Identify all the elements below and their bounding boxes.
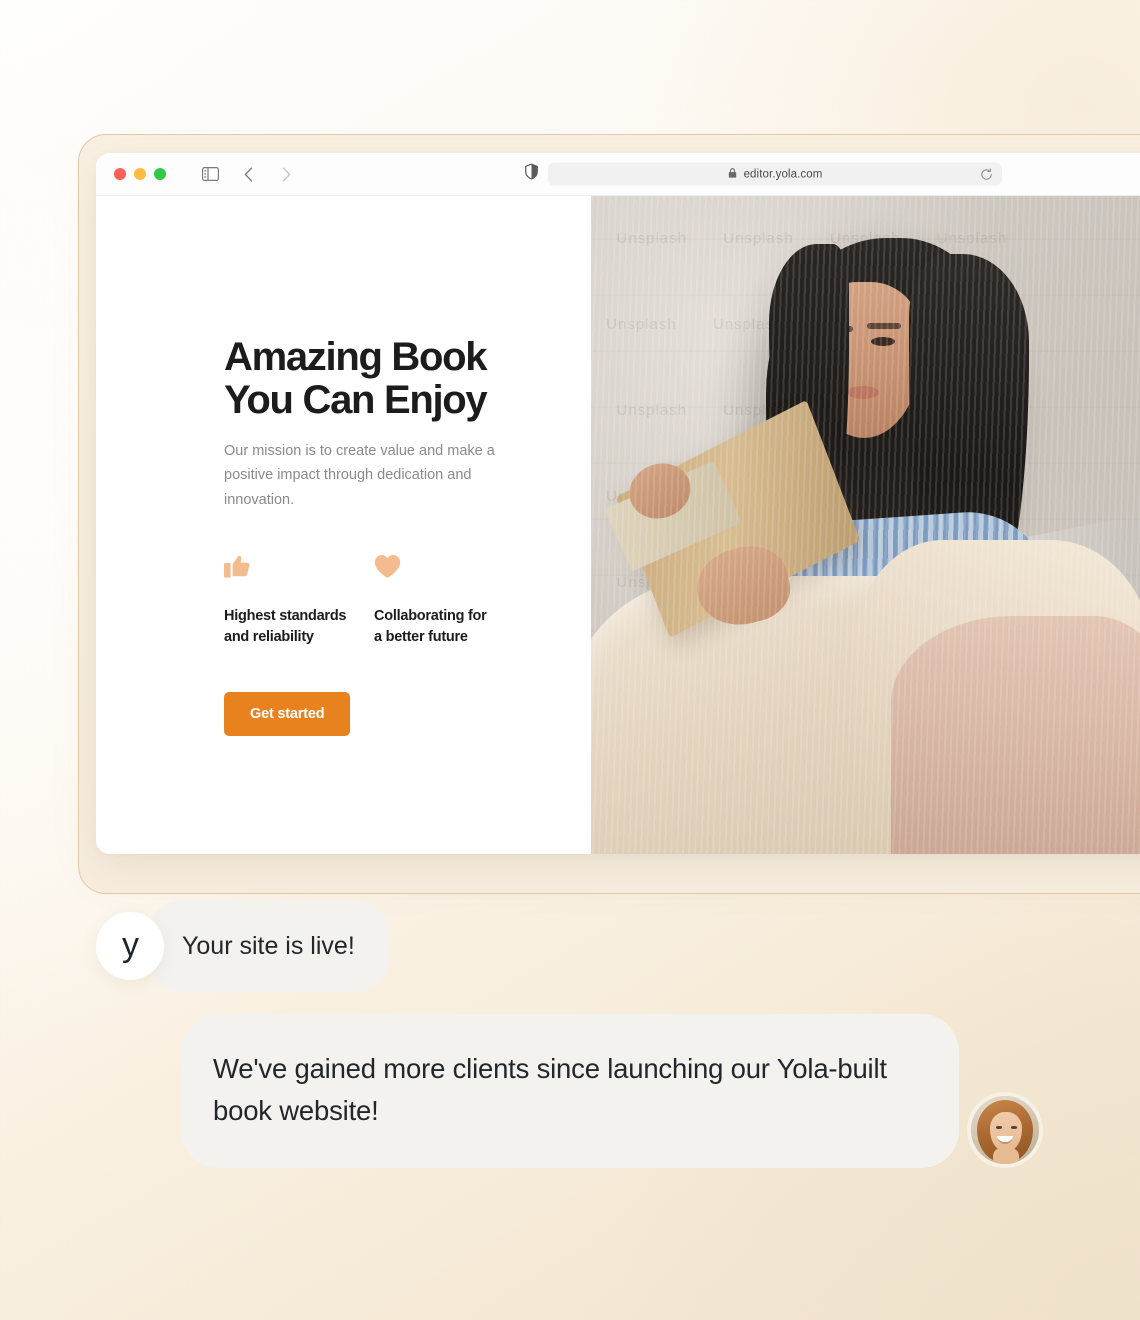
feature-label: Collaborating for a better future bbox=[374, 607, 487, 646]
minimize-window-button[interactable] bbox=[134, 168, 146, 180]
feature-list: Highest standards and reliability Collab… bbox=[224, 554, 524, 650]
lock-icon bbox=[728, 165, 737, 183]
traffic-light-controls[interactable] bbox=[114, 168, 166, 180]
get-started-button[interactable]: Get started bbox=[224, 692, 351, 737]
shield-icon[interactable] bbox=[525, 163, 538, 185]
thumbs-up-icon bbox=[224, 554, 374, 584]
browser-titlebar: editor.yola.com bbox=[96, 153, 1140, 196]
user-photo-avatar bbox=[971, 1095, 1039, 1164]
browser-window: editor.yola.com Amazing Book You Can Enj… bbox=[96, 153, 1140, 854]
yola-logo-avatar: y bbox=[96, 912, 164, 980]
chat-message-row-2: We've gained more clients since launchin… bbox=[0, 1014, 1140, 1168]
forward-chevron-right-icon[interactable] bbox=[276, 164, 296, 184]
close-window-button[interactable] bbox=[114, 168, 126, 180]
url-text: editor.yola.com bbox=[743, 168, 823, 180]
chat-message-row-1: y Your site is live! bbox=[0, 900, 1140, 992]
hero-subcopy: Our mission is to create value and make … bbox=[224, 443, 495, 508]
yola-logo-glyph: y bbox=[122, 925, 139, 964]
address-bar[interactable]: editor.yola.com bbox=[548, 162, 1002, 186]
sidebar-toggle-icon[interactable] bbox=[200, 164, 220, 184]
site-preview: Amazing Book You Can Enjoy Our mission i… bbox=[96, 196, 1140, 854]
feature-label: Highest standards and reliability bbox=[224, 607, 347, 646]
chat-section: y Your site is live! We've gained more c… bbox=[0, 900, 1140, 1168]
hero-text-column: Amazing Book You Can Enjoy Our mission i… bbox=[96, 196, 591, 854]
maximize-window-button[interactable] bbox=[154, 168, 166, 180]
hero-image: Unsplash Unsplash Unsplash Unsplash Unsp… bbox=[591, 196, 1140, 854]
feature-item-collaboration: Collaborating for a better future bbox=[374, 554, 524, 650]
chat-bubble-status: Your site is live! bbox=[148, 900, 389, 992]
reload-icon[interactable] bbox=[980, 167, 993, 181]
chat-bubble-testimonial: We've gained more clients since launchin… bbox=[181, 1014, 959, 1168]
heart-icon bbox=[374, 554, 524, 584]
feature-item-standards: Highest standards and reliability bbox=[224, 554, 374, 650]
back-chevron-left-icon[interactable] bbox=[238, 164, 258, 184]
page-title: Amazing Book You Can Enjoy bbox=[224, 335, 488, 423]
browser-navigation-controls[interactable] bbox=[200, 164, 296, 184]
